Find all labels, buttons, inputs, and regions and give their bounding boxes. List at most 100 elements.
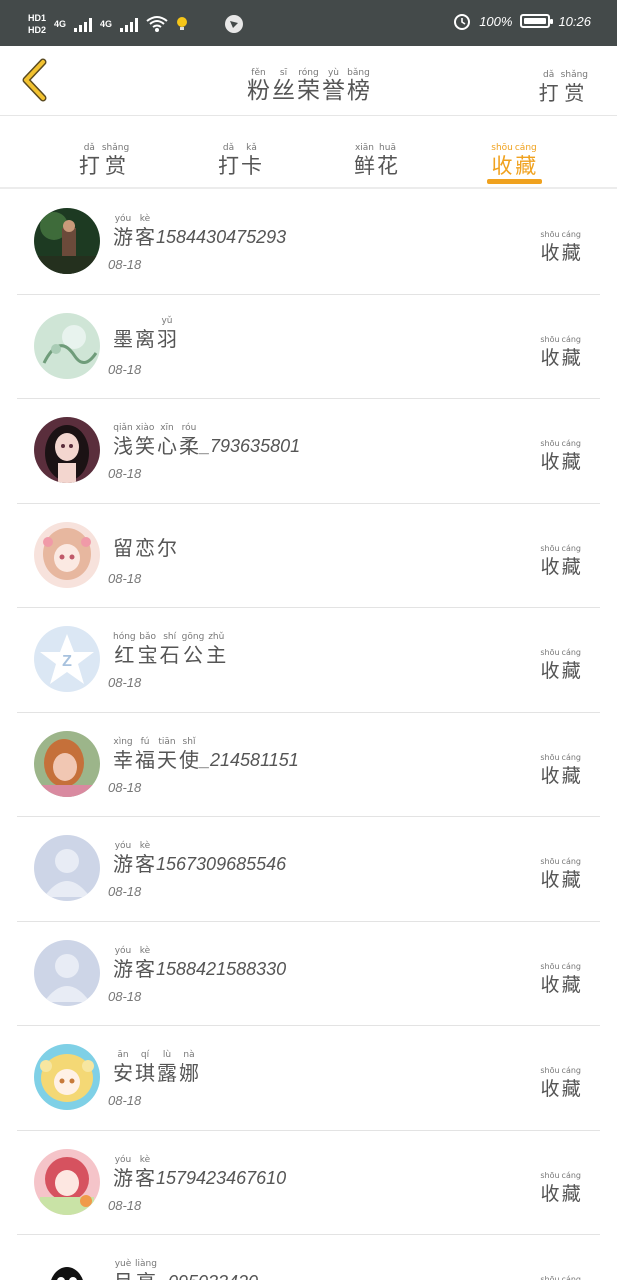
pinyin: dǎ xyxy=(543,70,555,80)
hanzi: 亮 xyxy=(136,1269,156,1280)
pinyin: shōu xyxy=(540,1275,560,1280)
pinyin: cáng xyxy=(561,1275,581,1280)
hanzi: 客 xyxy=(135,956,155,981)
user-name-text: xìng 幸 fú 福 tiān 天 shǐ 使 _214581151 xyxy=(112,737,299,773)
tab-checkin[interactable]: dǎ 打 kǎ 卡 xyxy=(180,135,300,189)
hanzi: 榜 xyxy=(347,78,370,104)
favorite-date: 08-18 xyxy=(108,570,142,586)
avatar[interactable] xyxy=(34,835,100,901)
user-name: yóu 游 kè 客 1588421588330 xyxy=(112,938,286,982)
hanzi: 露 xyxy=(157,1061,177,1085)
hanzi: 主 xyxy=(206,643,227,667)
user-name-text: 墨离 yǔ 羽 xyxy=(112,316,178,352)
pinyin: tiān xyxy=(158,736,176,747)
hanzi: 游 xyxy=(113,1165,133,1190)
user-name-text: ān 安 qí 琪 lù 露 nà 娜 xyxy=(112,1050,200,1086)
favorite-tag-label: shōu收cáng藏 xyxy=(539,648,582,684)
hanzi: 客 xyxy=(135,225,155,249)
hanzi: 赏 xyxy=(104,154,126,178)
hanzi: 藏 xyxy=(561,242,581,264)
app-header: fěn 粉 sī 丝 róng 荣 yù 誉 bǎng 榜 dǎ 打 shǎng 赏 xyxy=(0,46,617,116)
pinyin: shōu xyxy=(540,1170,560,1180)
signal-icon-2 xyxy=(120,16,139,32)
hanzi: 安 xyxy=(113,1061,133,1085)
hanzi: 卡 xyxy=(241,154,262,178)
avatar[interactable] xyxy=(34,1148,100,1215)
favorite-tag: shōu 收cáng 藏 xyxy=(539,849,582,893)
user-name-text: yóu 游 kè 客 1584430475293 xyxy=(112,214,286,250)
avatar[interactable] xyxy=(34,521,100,588)
list-item[interactable]: 墨离 yǔ 羽 08-18 shōu 收 cáng 藏 xyxy=(17,295,600,399)
pinyin: xìng xyxy=(113,736,133,747)
list-item[interactable]: 留恋尔 08-18 shōu 收 cáng 藏 xyxy=(17,504,600,608)
favorite-tag-label: shōu收cáng藏 xyxy=(539,439,582,475)
pinyin: bǎng xyxy=(347,68,370,78)
tab-flowers[interactable]: xiān 鲜 huā 花 xyxy=(316,135,436,189)
user-name-suffix: _214581151 xyxy=(200,749,299,770)
pinyin: shōu xyxy=(540,857,560,866)
avatar[interactable] xyxy=(34,730,100,797)
user-name-suffix: _793635801 xyxy=(200,436,301,456)
list-item[interactable]: yóu 游 kè 客 1579423467610 08-18 shōu 收 cáng 藏 xyxy=(17,1131,600,1235)
list-item[interactable]: yuè月liàng亮_095033420 shōu收cáng藏 xyxy=(17,1235,600,1280)
avatar[interactable] xyxy=(34,1253,100,1280)
tab-label: dǎ 打 kǎ 卡 xyxy=(217,143,263,179)
pinyin: cáng xyxy=(561,752,581,762)
pinyin: kè xyxy=(139,945,151,956)
user-name: yóu 游 kè 客 1584430475293 xyxy=(112,206,286,250)
network-type-2: 4G xyxy=(100,19,113,29)
hanzi: 柔 xyxy=(179,434,199,458)
favorite-date: 08-18 xyxy=(108,884,142,899)
pinyin: shōu xyxy=(540,439,560,448)
user-name: 留恋尔 xyxy=(112,520,178,561)
hanzi: 收 xyxy=(540,660,560,682)
favorite-date: 08-18 xyxy=(108,361,142,377)
favorite-tag: shōu 收cáng 藏 xyxy=(539,640,582,684)
list-item[interactable]: yóu 游 kè 客 1584430475293 08-18 shōu 收 cáng 藏 xyxy=(17,190,600,295)
user-name: yuè月liàng亮_095033420 xyxy=(112,1251,258,1280)
hanzi: 藏 xyxy=(561,1078,581,1100)
pinyin: xiào xyxy=(135,423,155,433)
favorite-tag: shōu 收cáng 藏 xyxy=(539,222,582,266)
hanzi: 浅 xyxy=(113,434,133,458)
avatar[interactable] xyxy=(34,939,100,1006)
page-title: fěn 粉 sī 丝 róng 荣 yù 誉 bǎng 榜 xyxy=(0,60,617,104)
pinyin: bǎo xyxy=(139,632,156,642)
list-item[interactable]: xìng 幸 fú 福 tiān 天 shǐ 使 _214581151 08-18 shōu 收 cán… xyxy=(17,713,600,817)
network-type-1: 4G xyxy=(54,19,67,29)
avatar[interactable] xyxy=(34,417,100,483)
user-name-suffix: 1567309685546 xyxy=(156,854,287,874)
pinyin: shōu xyxy=(540,230,560,239)
favorite-tag-label: shōu收cáng藏 xyxy=(539,1275,582,1280)
hanzi: 娜 xyxy=(179,1061,199,1085)
hanzi: 藏 xyxy=(561,451,581,473)
list-item[interactable]: ān 安 qí 琪 lù 露 nà 娜 08-18 shōu 收 cáng 藏 xyxy=(17,1026,600,1131)
list-item[interactable]: yóu 游 kè 客 1567309685546 08-18 shōu 收 cáng 藏 xyxy=(17,817,600,922)
avatar[interactable] xyxy=(34,1044,100,1110)
hanzi: 打 xyxy=(78,154,100,178)
favorite-date: 08-18 xyxy=(108,675,142,690)
pinyin: cáng xyxy=(561,334,581,344)
list-item[interactable]: qiǎn 浅 xiào 笑 xīn 心 róu 柔 _793635801 08-18 shōu 收 cá… xyxy=(17,399,600,504)
hanzi: 藏 xyxy=(561,555,581,578)
pinyin: yù xyxy=(327,68,340,78)
pinyin: cáng xyxy=(561,230,581,239)
favorite-tag-label: shōu收cáng藏 xyxy=(539,753,582,789)
favorite-tag-label: shōu收cáng藏 xyxy=(539,544,582,580)
reward-button[interactable]: dǎ 打 shǎng 赏 xyxy=(538,62,589,106)
avatar[interactable] xyxy=(34,208,100,274)
tab-reward[interactable]: dǎ 打 shǎng 赏 xyxy=(44,135,164,189)
hanzi: 粉 xyxy=(247,78,270,104)
avatar[interactable] xyxy=(34,312,100,379)
list-item[interactable]: yóu 游 kè 客 1588421588330 08-18 shōu 收 cáng 藏 xyxy=(17,922,600,1026)
favorite-tag-label: shōu收cáng藏 xyxy=(539,1171,582,1207)
favorite-tag: shōu 收cáng 藏 xyxy=(539,536,582,580)
hanzi: 客 xyxy=(135,1165,155,1190)
hanzi: 幸 xyxy=(113,747,133,772)
hanzi: 荣 xyxy=(297,78,320,104)
hanzi: 打 xyxy=(218,154,239,178)
hanzi: 藏 xyxy=(561,764,581,787)
list-item[interactable]: Zhóng 红 bǎo 宝 shí 石 gōng 公 zhǔ 主 08-18 shōu 收 cáng 藏 xyxy=(17,608,600,713)
avatar[interactable]: Z xyxy=(34,626,100,692)
pinyin: kǎ xyxy=(246,143,257,153)
